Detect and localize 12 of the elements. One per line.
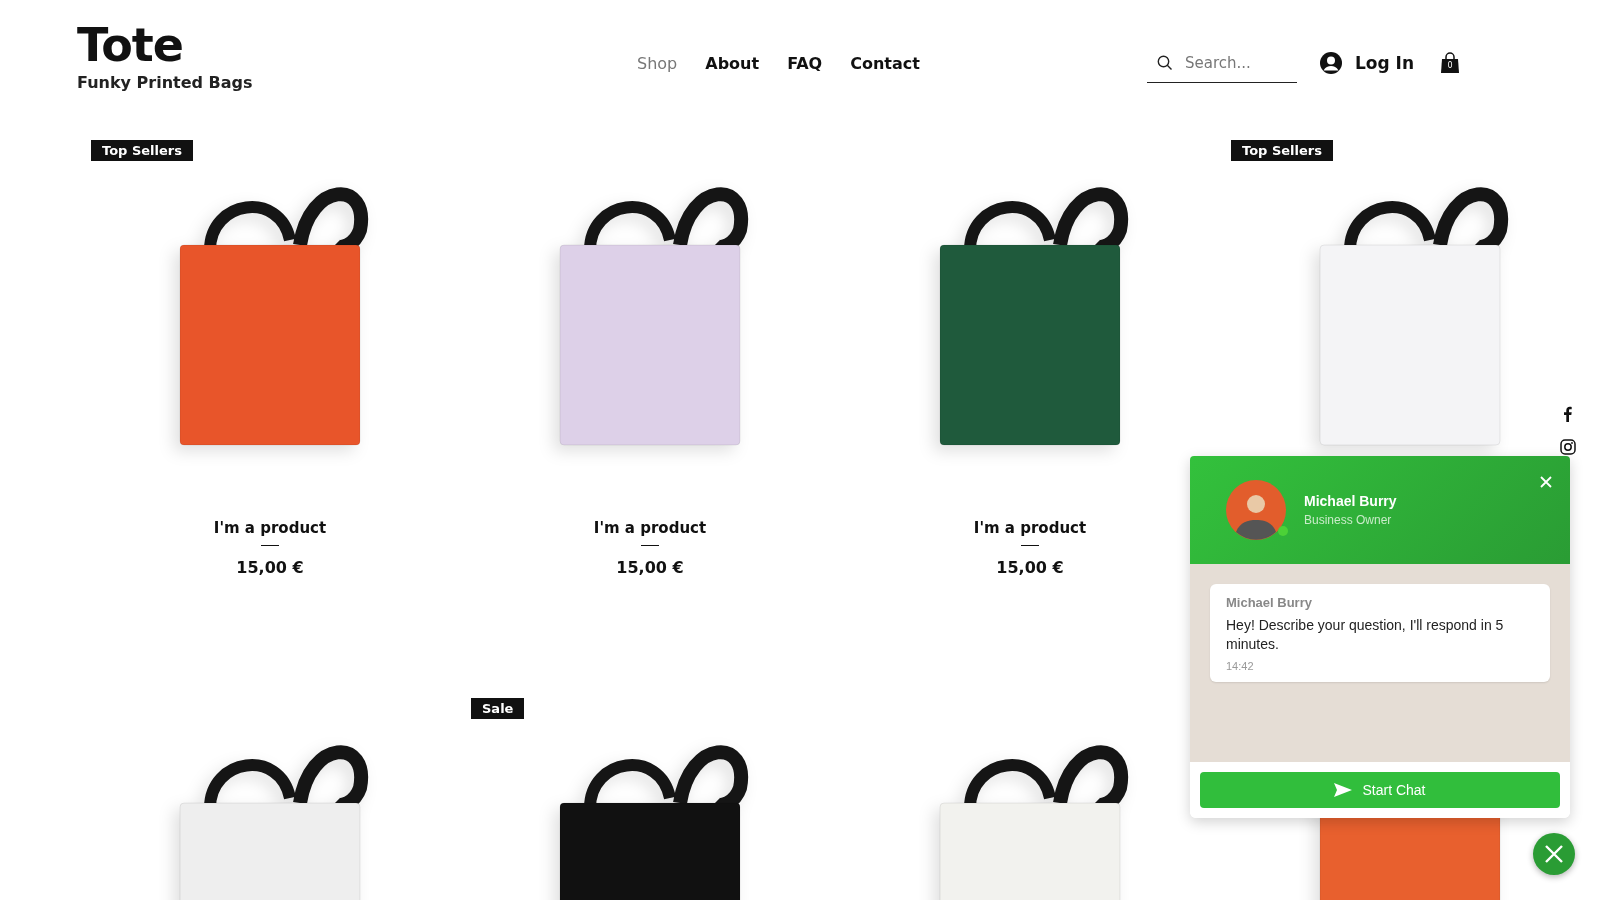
message-sender: Michael Burry bbox=[1226, 595, 1313, 610]
product-badge: Sale bbox=[471, 698, 525, 719]
agent-name: Michael Burry bbox=[1304, 493, 1397, 509]
product-price: 15,00 € bbox=[616, 558, 684, 577]
site-tagline: Funky Printed Bags bbox=[77, 72, 253, 92]
product-price: 15,00 € bbox=[996, 558, 1064, 577]
message-time: 14:42 bbox=[1226, 660, 1255, 672]
agent-role: Business Owner bbox=[1304, 513, 1393, 527]
product-badge: Top Sellers bbox=[1231, 140, 1333, 161]
message-text: Hey! Describe your question, I'll respond in 5 minutes. bbox=[1226, 616, 1505, 654]
product-price: 15,00 € bbox=[236, 558, 304, 577]
product-badge: Top Sellers bbox=[91, 140, 193, 161]
